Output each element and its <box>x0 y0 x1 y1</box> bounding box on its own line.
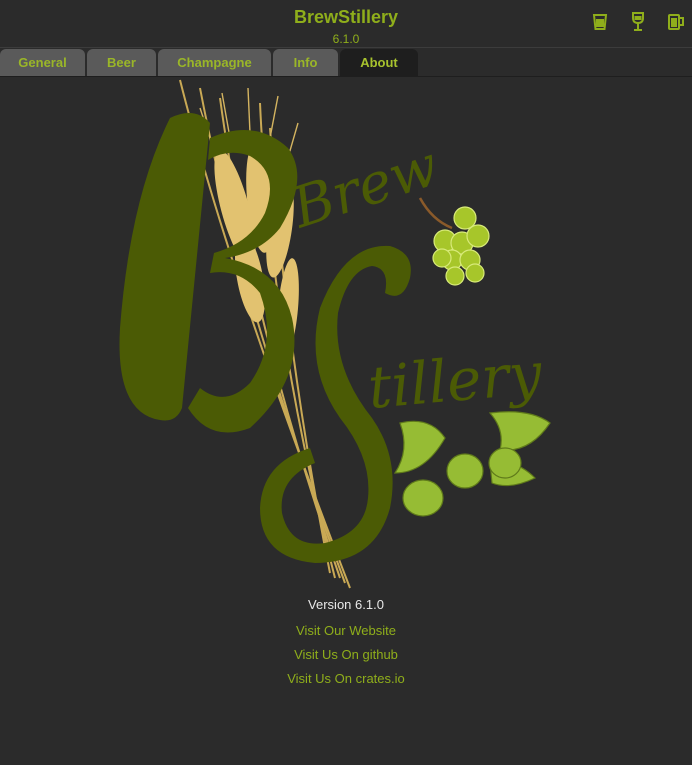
header-icons <box>590 11 686 33</box>
beer-mug-icon[interactable] <box>666 11 686 33</box>
svg-text:Brew: Brew <box>283 133 446 241</box>
hop-leaves <box>393 411 551 517</box>
logo-brew-text: Brew <box>283 133 446 241</box>
app-title: BrewStillery <box>293 7 399 27</box>
tab-champagne[interactable]: Champagne <box>158 49 271 76</box>
app-version: 6.1.0 <box>332 32 360 46</box>
grape-cluster <box>418 197 490 286</box>
version-label: Version 6.1.0 <box>308 597 384 612</box>
tab-about[interactable]: About <box>340 49 418 76</box>
crates-io-link[interactable]: Visit Us On crates.io <box>0 671 692 686</box>
tab-bar: General Beer Champagne Info About <box>0 49 420 77</box>
header-bar: BrewStillery 6.1.0 <box>0 0 692 48</box>
tab-general[interactable]: General <box>0 49 85 76</box>
tab-beer[interactable]: Beer <box>87 49 156 76</box>
tab-info[interactable]: Info <box>273 49 338 76</box>
brewstillery-logo: Brew tillery <box>119 79 551 589</box>
tab-divider <box>0 76 692 77</box>
website-link[interactable]: Visit Our Website <box>0 623 692 638</box>
beer-glass-icon[interactable] <box>590 11 610 33</box>
github-link[interactable]: Visit Us On github <box>0 647 692 662</box>
logo-stillery-text: tillery <box>365 339 545 422</box>
svg-text:tillery: tillery <box>365 339 545 422</box>
wine-glass-icon[interactable] <box>628 11 648 33</box>
